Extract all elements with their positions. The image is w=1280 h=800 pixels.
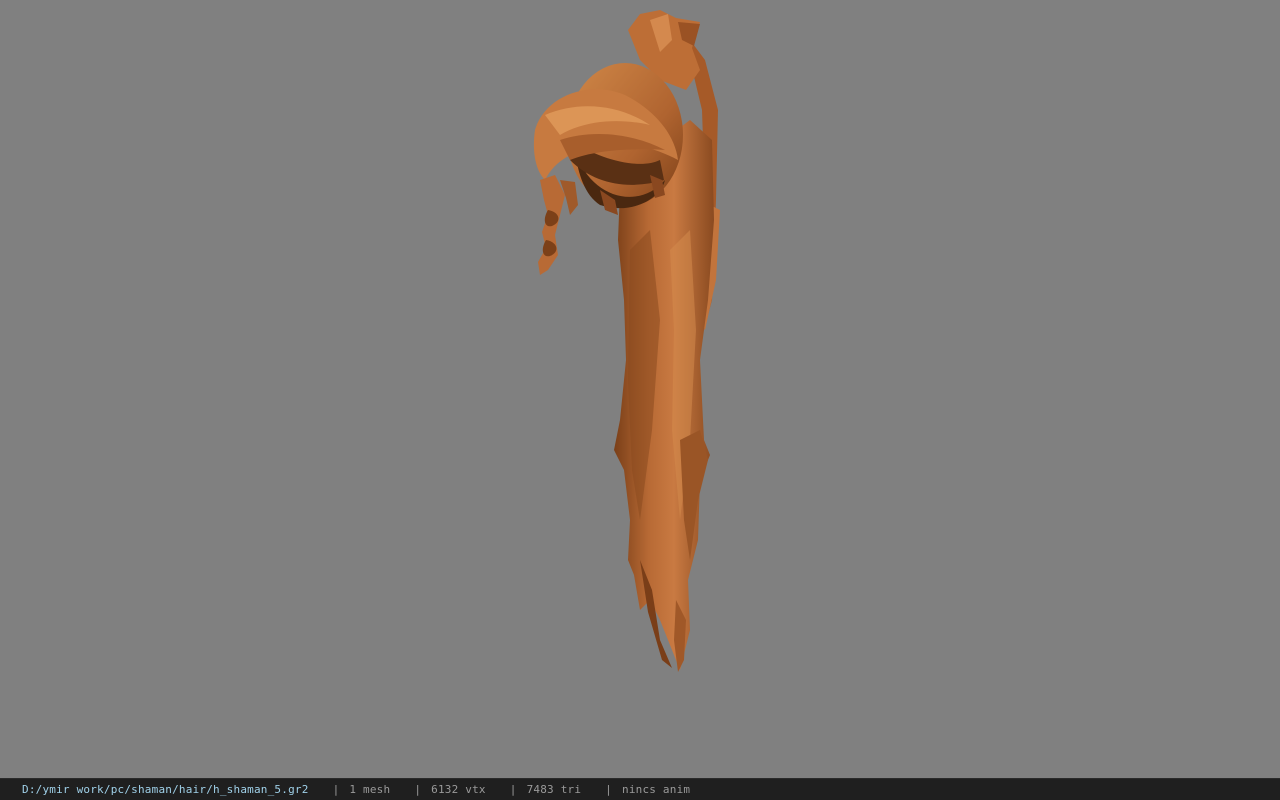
3d-viewport[interactable]	[0, 0, 1280, 778]
status-separator: |	[414, 783, 422, 796]
file-path-label: D:/ymir work/pc/shaman/hair/h_shaman_5.g…	[22, 783, 309, 796]
status-bar: D:/ymir work/pc/shaman/hair/h_shaman_5.g…	[0, 778, 1280, 800]
triangle-count-label: 7483 tri	[526, 783, 582, 796]
hair-model	[533, 10, 720, 672]
status-separator: |	[332, 783, 340, 796]
status-separator: |	[605, 783, 612, 796]
mesh-count-label: 1 mesh	[349, 783, 391, 796]
status-separator: |	[509, 783, 517, 796]
animation-status-label: nincs anim	[622, 783, 691, 796]
vertex-count-label: 6132 vtx	[431, 783, 486, 796]
